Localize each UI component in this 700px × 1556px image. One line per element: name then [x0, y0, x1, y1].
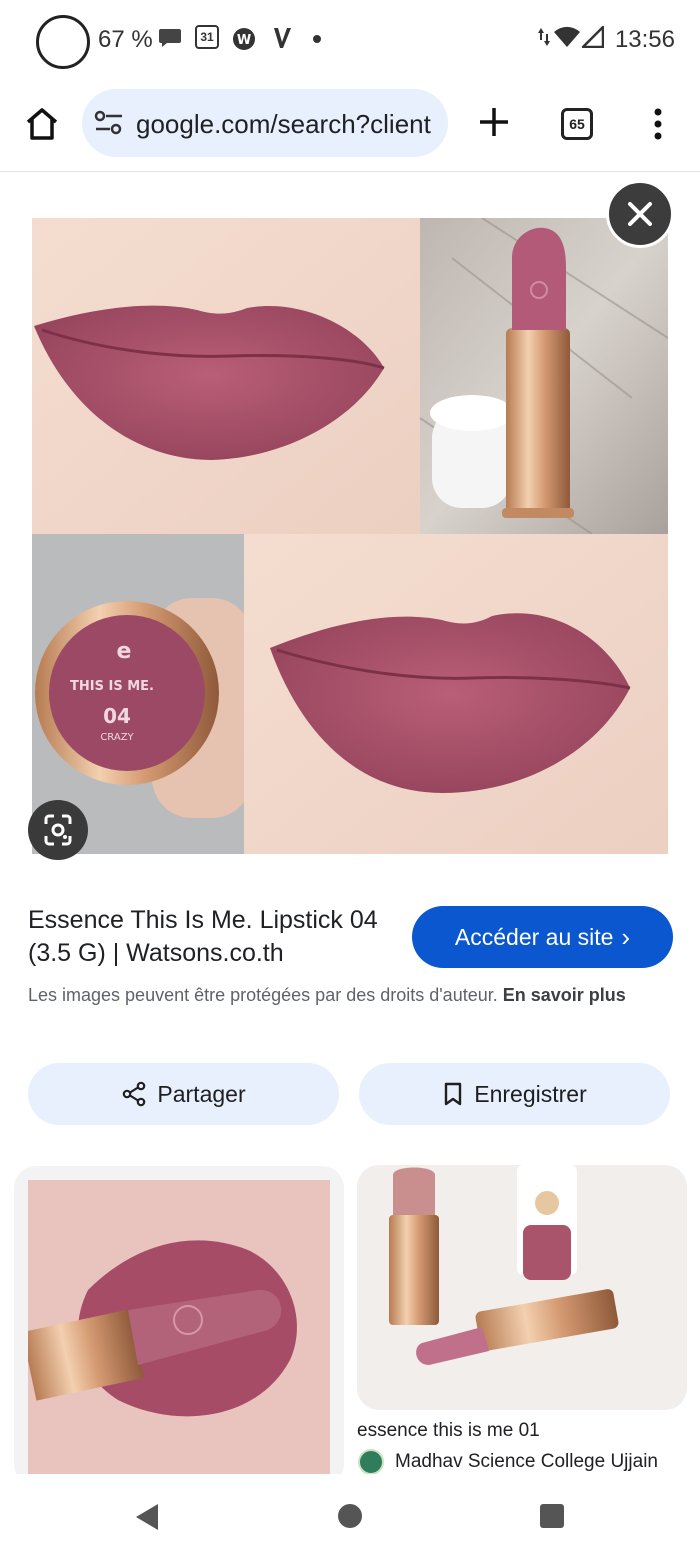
share-icon: [123, 1081, 146, 1107]
new-tab-icon[interactable]: [474, 102, 514, 142]
home-circle-icon[interactable]: [338, 1504, 362, 1528]
lipstick-on-lips-image: [28, 1180, 330, 1475]
tab-switcher-icon[interactable]: 65: [561, 108, 593, 140]
share-label: Partager: [157, 1080, 246, 1107]
related-result-image[interactable]: [357, 1165, 687, 1410]
wifi-icon: [554, 26, 580, 47]
chat-bubble-icon: [159, 29, 181, 47]
main-image[interactable]: e THIS IS ME. 04 CRAZY: [32, 218, 668, 854]
site-settings-icon[interactable]: [94, 109, 124, 137]
battery-ring-icon: [36, 15, 90, 69]
visit-site-button[interactable]: Accéder au site ›: [412, 906, 673, 968]
google-lens-button[interactable]: [28, 800, 88, 860]
system-navigation-bar: [0, 1474, 700, 1556]
svg-text:W: W: [237, 33, 251, 48]
bookmark-icon: [445, 1082, 462, 1106]
cap-brand-text: THIS IS ME.: [70, 679, 154, 694]
related-result-image[interactable]: [28, 1180, 330, 1475]
share-button[interactable]: Partager: [28, 1063, 339, 1125]
home-icon[interactable]: [22, 104, 62, 144]
dot-icon: [313, 35, 321, 43]
svg-text:e: e: [117, 639, 132, 664]
address-bar[interactable]: google.com/search?client: [82, 89, 448, 157]
visit-site-label: Accéder au site: [454, 923, 614, 950]
battery-percentage: 67 %: [98, 26, 153, 53]
v-app-icon: [274, 28, 291, 48]
close-icon: [628, 202, 652, 226]
copyright-notice: Les images peuvent être protégées par de…: [28, 982, 658, 1009]
site-favicon-icon: [358, 1449, 384, 1475]
status-bar: 67 % 31 W 13:56: [0, 0, 700, 80]
learn-more-link[interactable]: En savoir plus: [503, 985, 626, 1005]
cap-name-text: CRAZY: [100, 732, 134, 743]
lipstick-collage-image: e THIS IS ME. 04 CRAZY: [32, 218, 668, 854]
back-icon[interactable]: [134, 1502, 160, 1532]
signal-icon: [582, 26, 604, 48]
save-button[interactable]: Enregistrer: [359, 1063, 670, 1125]
w-app-icon: W: [233, 28, 255, 50]
related-result-site: Madhav Science College Ujjain: [395, 1451, 658, 1472]
cap-shade-text: 04: [103, 704, 131, 728]
url-text[interactable]: google.com/search?client: [136, 109, 431, 140]
save-label: Enregistrer: [474, 1080, 587, 1107]
more-vert-icon[interactable]: [646, 104, 670, 144]
lipsticks-product-image: [357, 1165, 687, 1410]
related-result-title[interactable]: essence this is me 01: [357, 1420, 540, 1442]
close-button[interactable]: [606, 180, 674, 248]
google-lens-icon: [44, 814, 72, 846]
copyright-text: Les images peuvent être protégées par de…: [28, 985, 498, 1005]
recents-icon[interactable]: [540, 1504, 564, 1528]
browser-toolbar: google.com/search?client 65: [0, 80, 700, 172]
data-arrows-icon: [538, 28, 550, 46]
result-title[interactable]: Essence This Is Me. Lipstick 04 (3.5 G) …: [28, 904, 400, 970]
calendar-icon: 31: [195, 25, 219, 49]
chevron-right-icon: ›: [621, 921, 631, 952]
clock: 13:56: [614, 26, 675, 53]
